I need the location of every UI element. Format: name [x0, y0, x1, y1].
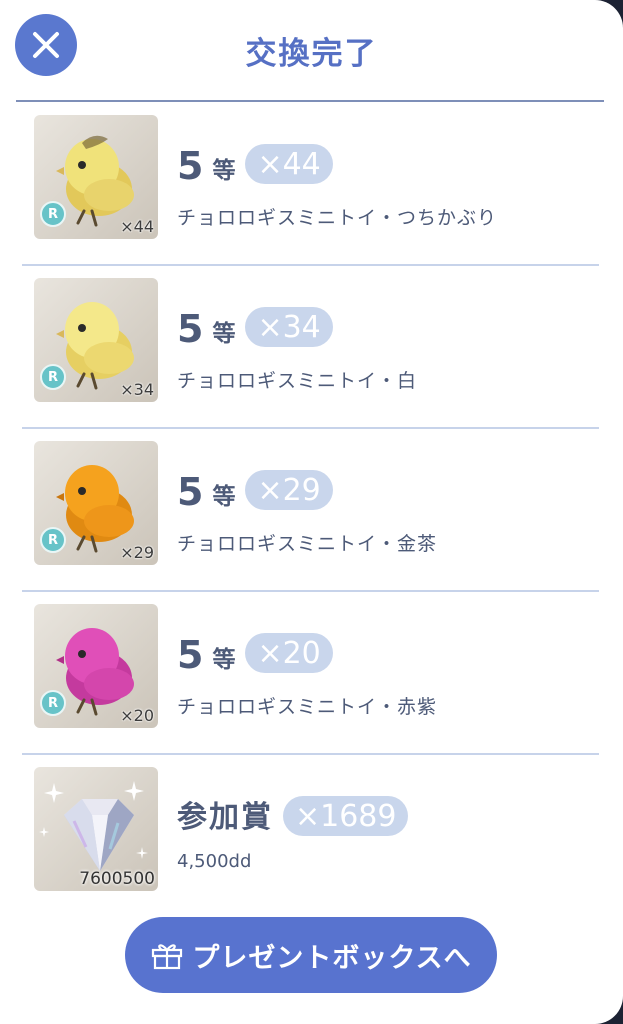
item-thumbnail: R ×34 [34, 278, 158, 402]
item-thumbnail: R ×20 [34, 604, 158, 728]
rarity-badge: R [40, 690, 66, 716]
item-name: チョロロギスミニトイ・つちかぶり [177, 207, 498, 229]
prize-amount: 4,500dd [177, 851, 252, 872]
gift-box-icon [152, 944, 183, 970]
item-name: チョロロギスミニトイ・金茶 [177, 533, 438, 555]
reward-row: R ×20 5 等 ×20 チョロロギスミニトイ・赤紫 [22, 592, 599, 755]
reward-list: R ×44 5 等 ×44 チョロロギスミニトイ・つちかぶり R ×34 5 等… [22, 103, 599, 916]
thumbnail-count: ×34 [120, 380, 154, 399]
prize-thumbnail: 7600500 [34, 767, 158, 891]
prize-title: 参加賞 [177, 800, 273, 835]
item-thumbnail: R ×29 [34, 441, 158, 565]
header-divider [16, 100, 604, 102]
thumbnail-count: ×20 [120, 706, 154, 725]
header: 交換完了 [0, 0, 623, 100]
thumbnail-count: ×44 [120, 217, 154, 236]
reward-row: R ×44 5 等 ×44 チョロロギスミニトイ・つちかぶり [22, 103, 599, 266]
prize-title-line: 参加賞 ×1689 [177, 795, 409, 837]
reward-row: R ×29 5 等 ×29 チョロロギスミニトイ・金茶 [22, 429, 599, 592]
rarity-badge: R [40, 201, 66, 227]
present-box-button-label: プレゼントボックスへ [192, 942, 472, 974]
item-thumbnail: R ×44 [34, 115, 158, 239]
participation-prize-row: 7600500 参加賞 ×1689 4,500dd [22, 755, 599, 916]
rank-unit: 等 [212, 158, 236, 184]
rank-unit: 等 [212, 484, 236, 510]
rarity-badge: R [40, 527, 66, 553]
rank-number: 5 [177, 307, 204, 351]
rank-number: 5 [177, 470, 204, 514]
exchange-complete-panel: 交換完了 R ×44 5 等 ×44 チョロロギスミニトイ・つちかぶり R ×3… [0, 0, 623, 1024]
item-name: チョロロギスミニトイ・白 [177, 370, 418, 392]
thumbnail-count: ×29 [120, 543, 154, 562]
quantity-pill: ×20 [245, 633, 333, 673]
quantity-pill: ×29 [245, 470, 333, 510]
rank-line: 5 等 ×44 [177, 143, 333, 185]
page-title: 交換完了 [245, 36, 378, 72]
item-name: チョロロギスミニトイ・赤紫 [177, 696, 438, 718]
quantity-pill: ×34 [245, 307, 333, 347]
rank-line: 5 等 ×20 [177, 632, 333, 674]
rank-number: 5 [177, 633, 204, 677]
rank-unit: 等 [212, 321, 236, 347]
present-box-button[interactable]: プレゼントボックスへ [125, 917, 497, 993]
rank-line: 5 等 ×29 [177, 469, 333, 511]
quantity-pill: ×1689 [283, 796, 409, 836]
rarity-badge: R [40, 364, 66, 390]
quantity-pill: ×44 [245, 144, 333, 184]
rank-line: 5 等 ×34 [177, 306, 333, 348]
rank-unit: 等 [212, 647, 236, 673]
rank-number: 5 [177, 144, 204, 188]
prize-thumbnail-count: 7600500 [79, 869, 155, 889]
reward-row: R ×34 5 等 ×34 チョロロギスミニトイ・白 [22, 266, 599, 429]
